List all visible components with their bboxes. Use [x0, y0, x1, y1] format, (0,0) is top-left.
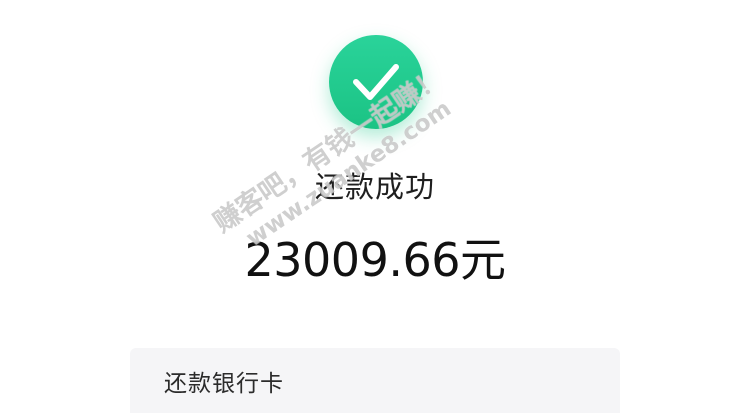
repayment-result-page: 还款成功 23009.66元 还款银行卡 赚客吧，有钱一起赚！ www.zuan… — [0, 0, 750, 413]
repayment-status-text: 还款成功 — [314, 170, 435, 204]
repayment-amount: 23009.66元 — [244, 233, 507, 287]
repayment-bank-card-row[interactable]: 还款银行卡 — [130, 348, 620, 413]
checkmark-circle-icon — [329, 35, 423, 129]
bank-card-label: 还款银行卡 — [164, 371, 284, 397]
